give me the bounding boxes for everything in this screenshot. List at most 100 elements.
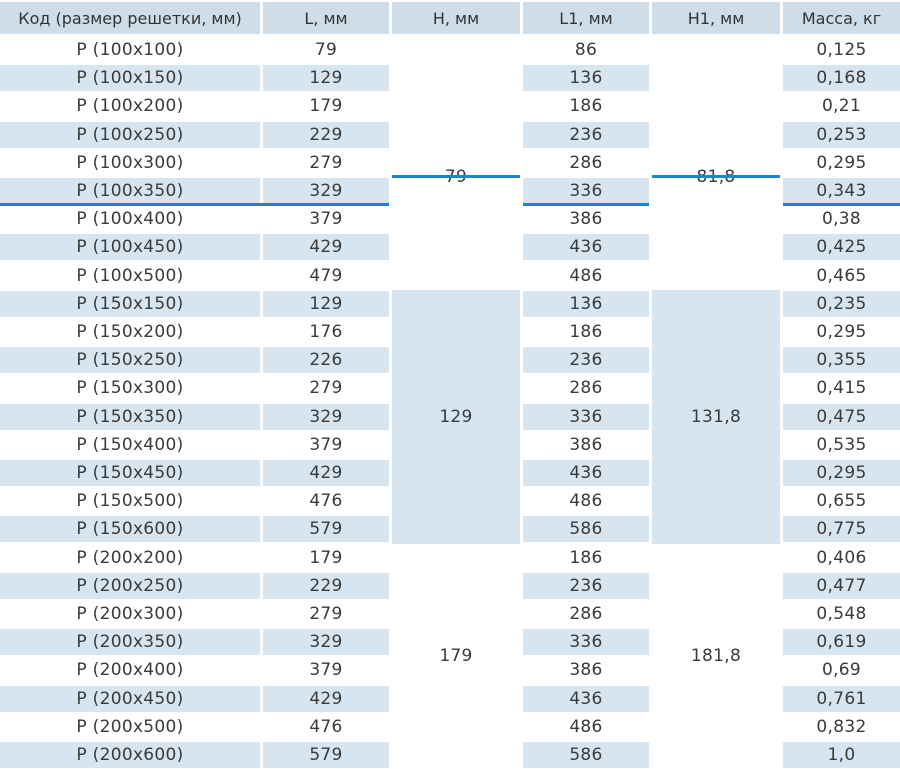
row-mass: 0,69 <box>821 660 862 681</box>
row-mass: 0,343 <box>783 178 900 204</box>
row-l: 129 <box>263 65 389 92</box>
row-l: 329 <box>263 403 389 430</box>
row-mass: 0,355 <box>783 347 900 374</box>
row-mass: 0,295 <box>816 152 867 173</box>
row-l1: 186 <box>569 96 603 117</box>
row-code: P (150x150) <box>0 290 260 317</box>
row-mass: 0,406 <box>816 547 867 568</box>
row-l1: 486 <box>569 265 603 286</box>
row-code: P (150x600) <box>0 516 260 543</box>
row-code: P (150x300) <box>76 378 184 399</box>
row-l1: 386 <box>569 434 603 455</box>
row-l: 379 <box>309 660 343 681</box>
column-h1: H1, мм 81,8 131,8 181,8 <box>652 0 780 769</box>
row-mass: 0,465 <box>816 265 867 286</box>
header-h1: H1, мм <box>652 2 780 34</box>
accent-line-l1 <box>523 203 649 206</box>
row-code: P (150x400) <box>76 434 184 455</box>
row-mass: 0,21 <box>821 96 862 117</box>
row-l1: 486 <box>569 716 603 737</box>
row-mass: 0,535 <box>816 434 867 455</box>
row-l1: 386 <box>569 209 603 230</box>
row-l: 379 <box>309 209 343 230</box>
row-l1: 286 <box>569 152 603 173</box>
row-mass: 0,655 <box>816 491 867 512</box>
accent-line-mass <box>783 203 900 206</box>
column-h: H, мм 79 129 179 <box>392 0 520 769</box>
row-l: 429 <box>263 460 389 486</box>
header-code: Код (размер решетки, мм) <box>0 2 260 34</box>
row-code: P (200x250) <box>0 572 260 599</box>
row-l: 279 <box>309 604 343 624</box>
row-l1: 186 <box>569 547 603 568</box>
row-code: P (100x350) <box>0 178 260 204</box>
row-code: P (100x450) <box>0 234 260 261</box>
column-mass: Масса, кг 0,125 0,168 0,21 0,253 0,295 0,343 0… <box>783 0 900 769</box>
row-l1: 386 <box>569 660 603 681</box>
row-l: 579 <box>263 742 389 768</box>
group-h1-value: 81,8 <box>652 36 780 290</box>
row-mass: 0,125 <box>816 40 867 60</box>
group-h1-value-label: 131,8 <box>690 406 742 427</box>
column-l: L, мм 79 129 179 229 279 329 379 429 479 129 176 22… <box>263 0 389 769</box>
accent-line-code-l <box>0 203 389 206</box>
header-mass: Масса, кг <box>783 2 900 34</box>
row-code: P (100x150) <box>0 65 260 92</box>
row-l1: 186 <box>569 322 603 342</box>
row-l1: 436 <box>523 460 649 486</box>
row-mass: 0,425 <box>783 234 900 261</box>
row-mass: 0,235 <box>783 290 900 317</box>
row-l1: 586 <box>523 742 649 768</box>
group-h1-value: 131,8 <box>652 289 780 544</box>
group-h-value: 129 <box>392 289 520 544</box>
accent-line-h <box>392 175 520 178</box>
row-code: P (100x300) <box>76 152 184 173</box>
row-mass: 0,832 <box>816 716 867 737</box>
row-code: P (200x300) <box>76 604 184 624</box>
row-l: 429 <box>263 685 389 712</box>
row-l1: 336 <box>523 629 649 656</box>
row-code: P (150x500) <box>76 491 184 512</box>
row-mass: 0,619 <box>783 629 900 656</box>
group-h1-value: 181,8 <box>652 544 780 769</box>
row-l1: 436 <box>523 685 649 712</box>
row-l1: 236 <box>523 347 649 374</box>
row-l: 329 <box>263 178 389 204</box>
row-l: 179 <box>309 96 343 117</box>
row-l: 79 <box>314 40 338 60</box>
row-l1: 86 <box>574 40 598 60</box>
row-mass: 0,775 <box>783 516 900 543</box>
row-mass: 0,761 <box>783 685 900 712</box>
row-l: 379 <box>309 434 343 455</box>
row-mass: 1,0 <box>783 742 900 768</box>
row-l: 176 <box>309 322 343 342</box>
group-h-value: 179 <box>392 544 520 769</box>
row-l: 476 <box>309 491 343 512</box>
row-code: P (100x500) <box>76 265 184 286</box>
row-mass: 0,168 <box>783 65 900 92</box>
row-l1: 286 <box>569 604 603 624</box>
row-l1: 136 <box>523 290 649 317</box>
row-code: P (200x600) <box>0 742 260 768</box>
row-mass: 0,477 <box>783 572 900 599</box>
row-code: P (200x400) <box>76 660 184 681</box>
group-h-value-label: 129 <box>439 406 473 427</box>
row-l: 229 <box>263 572 389 599</box>
row-l1: 136 <box>523 65 649 92</box>
row-l1: 486 <box>569 491 603 512</box>
row-l1: 236 <box>523 572 649 599</box>
row-l1: 236 <box>523 121 649 148</box>
grille-spec-table: Код (размер решетки, мм) P (100x100) P (1… <box>0 0 900 769</box>
header-l1: L1, мм <box>523 2 649 34</box>
row-mass: 0,548 <box>816 604 867 624</box>
row-l: 429 <box>263 234 389 261</box>
row-l1: 436 <box>523 234 649 261</box>
row-mass: 0,295 <box>783 460 900 486</box>
row-mass: 0,415 <box>816 378 867 399</box>
row-code: P (200x500) <box>76 716 184 737</box>
row-l: 329 <box>263 629 389 656</box>
row-l: 479 <box>309 265 343 286</box>
row-mass: 0,38 <box>821 209 862 230</box>
group-h1-value-label: 181,8 <box>690 646 742 667</box>
row-code: P (200x200) <box>76 547 184 568</box>
